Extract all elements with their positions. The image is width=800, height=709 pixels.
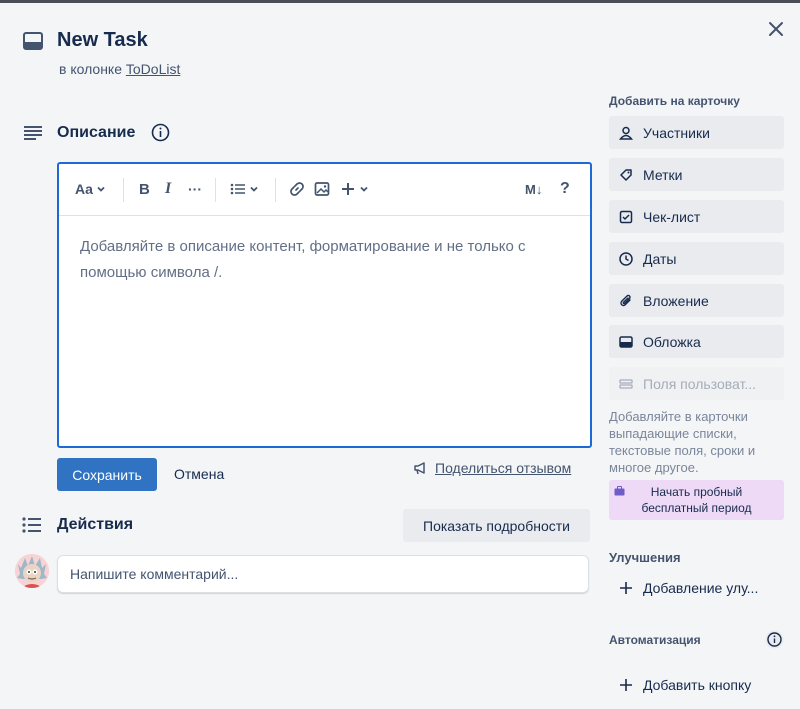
description-editor[interactable]: Aa B I ··· M↓ ? Добавляйте в описание ко…	[57, 162, 592, 448]
dates-button[interactable]: Даты	[609, 242, 784, 275]
add-powerup-button[interactable]: Добавление улу...	[609, 571, 784, 604]
cover-button[interactable]: Обложка	[609, 325, 784, 358]
custom-fields-button: Поля пользоват...	[609, 367, 784, 400]
text-style-button[interactable]: Aa	[75, 179, 107, 199]
clock-icon	[619, 251, 633, 266]
toolbar-divider	[215, 178, 216, 202]
attachment-button[interactable]: Вложение	[609, 284, 784, 317]
link-icon	[290, 182, 304, 196]
show-details-button[interactable]: Показать подробности	[403, 509, 590, 542]
labels-label: Метки	[643, 166, 683, 183]
editor-toolbar: Aa B I ··· M↓ ?	[59, 164, 590, 216]
card-cover-icon	[619, 335, 633, 348]
feedback-label: Поделиться отзывом	[435, 460, 572, 476]
chevron-down-icon	[97, 186, 105, 192]
custom-fields-note: Добавляйте в карточки выпадающие списки,…	[609, 409, 756, 475]
description-icon	[23, 125, 43, 141]
paperclip-icon	[620, 294, 631, 306]
add-button-button[interactable]: Добавить кнопку	[609, 668, 784, 701]
image-icon	[314, 182, 330, 196]
labels-button[interactable]: Метки	[609, 158, 784, 191]
chevron-down-icon	[250, 186, 258, 192]
card-title[interactable]: New Task	[57, 29, 148, 52]
powerups-title: Улучшения	[609, 550, 681, 565]
person-icon	[619, 126, 633, 140]
italic-button[interactable]: I	[165, 179, 171, 199]
activity-title: Действия	[57, 516, 134, 533]
plus-icon	[620, 581, 632, 594]
toolbar-divider	[275, 178, 276, 202]
feedback-link[interactable]: Поделиться отзывом	[413, 460, 571, 476]
members-label: Участники	[643, 124, 710, 141]
automation-info-icon[interactable]	[765, 630, 784, 649]
trial-label-line2: бесплатный период	[641, 501, 752, 515]
help-button[interactable]: ?	[560, 179, 570, 199]
description-title: Описание	[57, 124, 136, 141]
cover-label: Обложка	[643, 333, 701, 350]
text-style-label: Aa	[75, 181, 93, 197]
more-formatting-button[interactable]: ···	[188, 179, 202, 199]
close-icon[interactable]	[764, 17, 788, 41]
avatar[interactable]	[15, 554, 49, 588]
list-button[interactable]	[230, 179, 260, 199]
activity-icon	[22, 517, 42, 533]
cancel-button[interactable]: Отмена	[174, 466, 224, 482]
column-prefix: в колонке	[59, 61, 122, 77]
comment-input[interactable]: Напишите комментарий...	[57, 555, 589, 593]
add-powerup-label: Добавление улу...	[643, 579, 759, 596]
custom-fields-icon	[619, 378, 633, 389]
window-top-border	[0, 0, 800, 3]
start-trial-button[interactable]: Начать пробный бесплатный период	[609, 480, 784, 520]
column-link[interactable]: ToDoList	[126, 61, 180, 77]
link-button[interactable]	[289, 179, 305, 199]
checklist-button[interactable]: Чек-лист	[609, 200, 784, 233]
save-button[interactable]: Сохранить	[57, 458, 157, 491]
image-button[interactable]	[314, 179, 330, 199]
plus-icon	[342, 183, 354, 195]
attachment-label: Вложение	[643, 292, 709, 309]
card-icon	[23, 32, 43, 50]
card-column-info: в колонке ToDoList	[59, 61, 180, 77]
add-to-card-title: Добавить на карточку	[609, 94, 740, 108]
automation-title: Автоматизация	[609, 633, 701, 647]
plus-icon	[620, 678, 632, 691]
custom-fields-label: Поля пользоват...	[643, 375, 757, 392]
bold-button[interactable]: B	[139, 179, 150, 199]
info-icon[interactable]	[151, 123, 170, 142]
description-placeholder: Добавляйте в описание контент, форматиро…	[80, 238, 526, 281]
chevron-down-icon	[360, 186, 368, 192]
tag-icon	[620, 168, 632, 181]
toolbar-divider	[123, 178, 124, 202]
markdown-button[interactable]: M↓	[525, 179, 542, 199]
megaphone-icon	[414, 462, 425, 475]
dates-label: Даты	[643, 250, 677, 267]
trial-label-line1: Начать пробный	[650, 485, 743, 499]
checklist-label: Чек-лист	[643, 208, 701, 225]
insert-button[interactable]	[340, 179, 370, 199]
members-button[interactable]: Участники	[609, 116, 784, 149]
checkbox-icon	[619, 210, 633, 223]
briefcase-icon	[614, 486, 625, 496]
add-button-label: Добавить кнопку	[643, 676, 752, 693]
bullet-list-icon	[230, 183, 245, 195]
